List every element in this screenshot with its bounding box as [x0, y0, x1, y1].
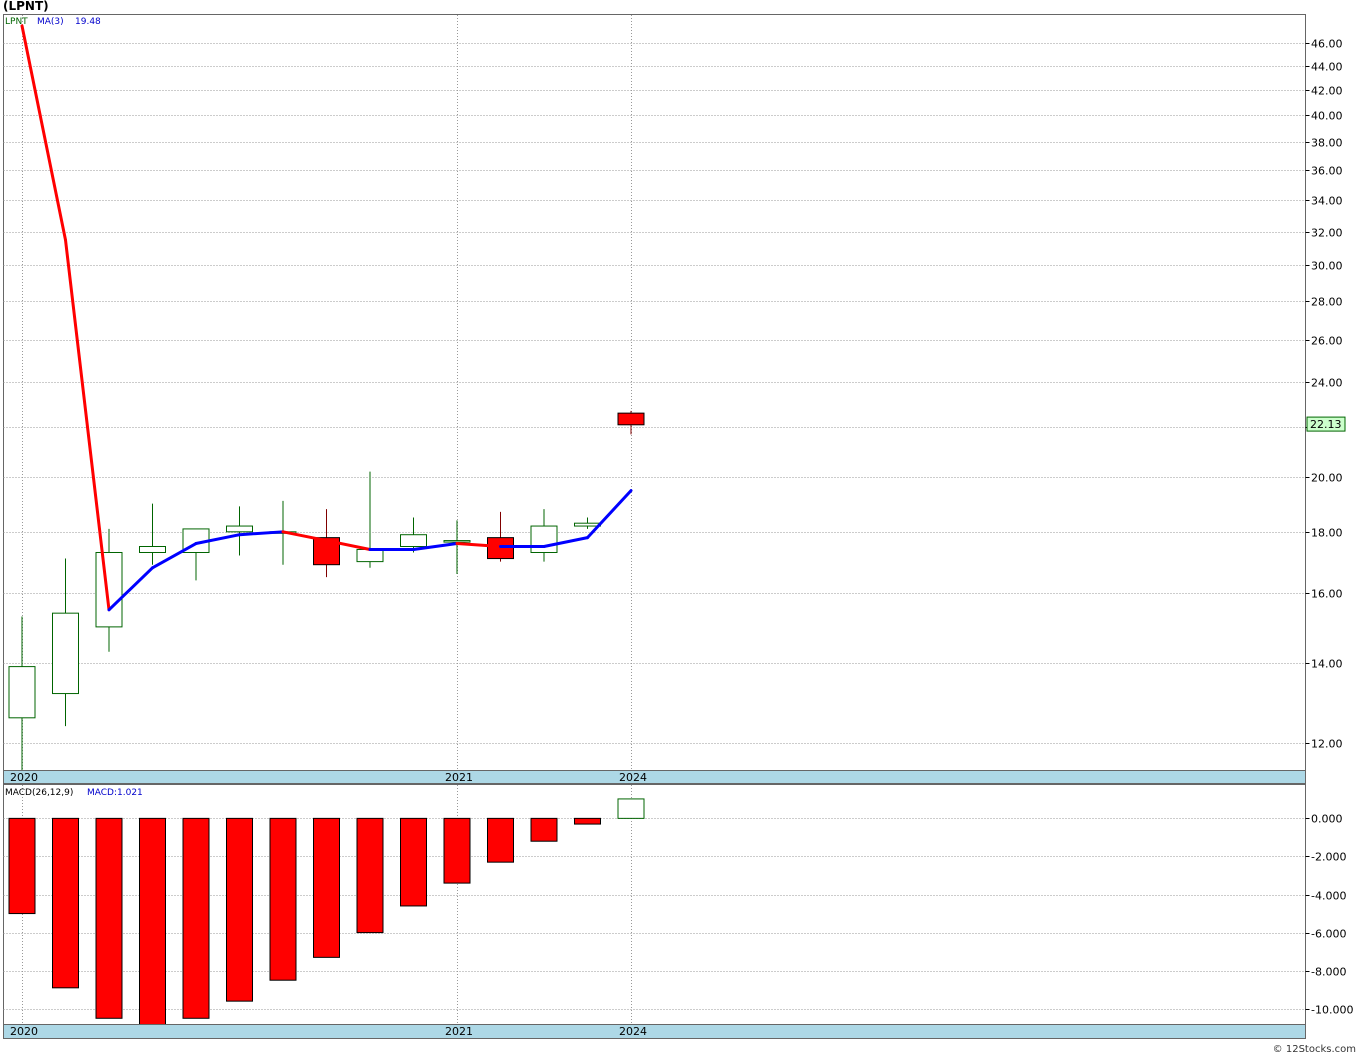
date-label-bottom: 2021 — [445, 1025, 473, 1038]
legend-ma-value: 19.48 — [75, 17, 101, 27]
macd-bar — [356, 817, 384, 934]
macd-bar — [443, 817, 471, 884]
macd-bar — [226, 817, 253, 1002]
macd-bar — [400, 817, 427, 907]
price-y-tick-label: 28.00 — [1311, 296, 1343, 309]
macd-bar — [574, 817, 601, 825]
macd-y-tick-label: -2.000 — [1311, 851, 1346, 864]
candle-body — [52, 612, 79, 695]
price-y-tick-label: 20.00 — [1311, 472, 1343, 485]
price-y-tick-label: 46.00 — [1311, 38, 1343, 51]
price-y-tick-label: 38.00 — [1311, 137, 1343, 150]
candle-body — [95, 551, 123, 628]
macd-y-tick-label: 0.000 — [1311, 813, 1343, 826]
price-y-axis: 12.0014.0016.0018.0020.0022.0024.0026.00… — [1305, 38, 1343, 751]
legend-macd-value: MACD:1.021 — [87, 788, 143, 798]
date-label-top: 2020 — [10, 771, 38, 784]
macd-bar — [8, 817, 36, 915]
price-y-tick-label: 24.00 — [1311, 377, 1343, 390]
macd-y-axis: 0.000 -2.000 -4.000 -6.000 -8.000 -10.000 — [1305, 813, 1353, 1017]
price-y-tick-label: 30.00 — [1311, 260, 1343, 273]
macd-y-tick-label: -8.000 — [1311, 966, 1346, 979]
date-label-top: 2024 — [619, 771, 647, 784]
candle-body — [400, 534, 427, 548]
price-y-tick-label: 14.00 — [1311, 658, 1343, 671]
candle-body — [356, 548, 384, 563]
date-band-top — [3, 770, 1306, 784]
candle-body — [443, 540, 471, 543]
macd-bar — [617, 798, 645, 819]
macd-bar — [313, 817, 340, 958]
macd-y-tick-label: -4.000 — [1311, 890, 1346, 903]
price-y-tick-label: 34.00 — [1311, 195, 1343, 208]
price-y-tick-label: 18.00 — [1311, 527, 1343, 540]
price-y-tick-label: 32.00 — [1311, 227, 1343, 240]
candle-body — [8, 666, 36, 719]
candle-body — [617, 412, 645, 426]
last-price-value: 22.13 — [1310, 418, 1342, 431]
macd-y-tick-label: -6.000 — [1311, 928, 1346, 941]
macd-bar — [487, 817, 514, 863]
candle-body — [530, 525, 558, 553]
macd-bar — [95, 817, 123, 1019]
macd-bar — [182, 817, 210, 1019]
price-y-tick-label: 42.00 — [1311, 85, 1343, 98]
date-label-top: 2021 — [445, 771, 473, 784]
price-panel — [3, 14, 1306, 771]
price-y-tick-label: 16.00 — [1311, 588, 1343, 601]
price-y-tick-label: 12.00 — [1311, 738, 1343, 751]
legend-macd-label: MACD(26,12,9) — [5, 788, 73, 798]
macd-bar — [139, 817, 166, 1027]
macd-bar — [269, 817, 297, 981]
macd-y-tick-label: -10.000 — [1311, 1004, 1353, 1017]
legend-symbol: LPNT — [5, 17, 28, 27]
last-price-tag: 22.13 — [1306, 416, 1346, 432]
date-label-bottom: 2024 — [619, 1025, 647, 1038]
macd-bar — [530, 817, 558, 842]
candle-body — [487, 537, 514, 560]
legend-ma-label: MA(3) — [37, 17, 64, 27]
chart-canvas: 12.0014.0016.0018.0020.0022.0024.0026.00… — [3, 14, 1353, 1039]
candle-body — [226, 525, 253, 533]
date-label-bottom: 2020 — [10, 1025, 38, 1038]
macd-bar — [52, 817, 79, 989]
price-y-tick-label: 26.00 — [1311, 335, 1343, 348]
footer-credit: © 12Stocks.com — [1272, 1044, 1356, 1055]
candle-body — [139, 546, 166, 553]
price-y-tick-label: 36.00 — [1311, 165, 1343, 178]
price-y-tick-label: 40.00 — [1311, 110, 1343, 123]
price-y-tick-label: 44.00 — [1311, 61, 1343, 74]
date-band-bottom — [3, 1024, 1306, 1039]
